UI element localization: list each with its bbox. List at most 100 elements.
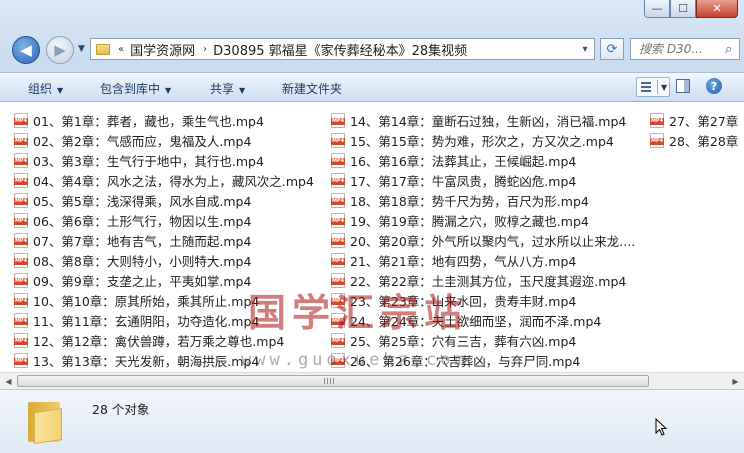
chevron-down-icon: ▼ (239, 86, 246, 95)
file-item[interactable]: 21、第21章：地有四势，气从八方.mp4 (331, 250, 635, 270)
search-icon[interactable]: ⌕ (725, 42, 732, 57)
horizontal-scrollbar[interactable]: ◀ ▶ (0, 372, 744, 389)
file-name: 16、第16章：法葬其止，王候崛起.mp4 (350, 153, 577, 169)
mp4-file-icon (14, 152, 28, 168)
file-name: 02、第2章：气感而应，鬼福及人.mp4 (33, 133, 252, 149)
mp4-file-icon (331, 252, 345, 268)
help-icon[interactable]: ? (706, 78, 722, 94)
file-name: 11、第11章：玄通阴阳，功夺造化.mp4 (33, 313, 260, 329)
change-view-button[interactable]: ▼ (636, 77, 670, 97)
watermark-title: 国学汇宗站 (248, 291, 469, 335)
organize-label: 组织 (28, 82, 53, 96)
file-name: 07、第7章：地有吉气，土随而起.mp4 (33, 233, 252, 249)
file-name: 06、第6章：土形气行，物因以生.mp4 (33, 213, 252, 229)
back-button[interactable]: ◀ (12, 36, 40, 64)
scroll-thumb[interactable] (17, 375, 649, 387)
mp4-file-icon (14, 212, 28, 228)
close-button[interactable]: ✕ (696, 0, 738, 18)
scroll-right-icon[interactable]: ▶ (727, 373, 744, 389)
mp4-file-icon (331, 172, 345, 188)
breadcrumb-root[interactable]: 国学资源网 (130, 40, 195, 59)
mp4-file-icon (14, 252, 28, 268)
mp4-file-icon (331, 212, 345, 228)
preview-pane-icon[interactable] (676, 79, 690, 93)
share-menu[interactable]: 共享 ▼ (210, 80, 245, 97)
breadcrumb-current[interactable]: D30895 郭福星《家传葬经秘本》28集视频 (213, 40, 467, 59)
file-item[interactable]: 17、第17章：牛富凤贵，腾蛇凶危.mp4 (331, 170, 635, 190)
mp4-file-icon (331, 232, 345, 248)
mp4-file-icon (14, 232, 28, 248)
file-item[interactable]: 06、第6章：土形气行，物因以生.mp4 (14, 210, 314, 230)
mp4-file-icon (14, 352, 28, 368)
file-name: 20、第20章：外气所以聚内气，过水所以止来龙.... (350, 233, 636, 249)
new-folder-button[interactable]: 新建文件夹 (282, 80, 342, 97)
scroll-left-icon[interactable]: ◀ (0, 373, 17, 389)
include-in-library-menu[interactable]: 包含到库中 ▼ (100, 80, 171, 97)
file-name: 17、第17章：牛富凤贵，腾蛇凶危.mp4 (350, 173, 577, 189)
mp4-file-icon (14, 332, 28, 348)
file-name: 10、第10章：原其所始，乘其所止.mp4 (33, 293, 260, 309)
back-arrow-icon: ◀ (20, 41, 32, 59)
file-item[interactable]: 20、第20章：外气所以聚内气，过水所以止来龙.... (331, 230, 635, 250)
file-item[interactable]: 16、第16章：法葬其止，王候崛起.mp4 (331, 150, 635, 170)
mp4-file-icon (14, 172, 28, 188)
refresh-button[interactable]: ⟳ (600, 38, 624, 60)
file-item[interactable]: 08、第8章：大则特小，小则特大.mp4 (14, 250, 314, 270)
address-dropdown-icon[interactable]: ▾ (576, 44, 594, 55)
chevron-down-icon[interactable]: ▼ (661, 83, 667, 92)
mp4-file-icon (14, 272, 28, 288)
divider (657, 80, 658, 94)
file-item[interactable]: 07、第7章：地有吉气，土随而起.mp4 (14, 230, 314, 250)
mp4-file-icon (14, 192, 28, 208)
mp4-file-icon (331, 192, 345, 208)
file-name: 21、第21章：地有四势，气从八方.mp4 (350, 253, 577, 269)
file-name: 04、第4章：风水之法，得水为上，藏风次之.mp4 (33, 173, 314, 189)
command-bar: 组织 ▼ 包含到库中 ▼ 共享 ▼ 新建文件夹 ▼ ? (0, 72, 744, 102)
file-name: 27、第27章 (669, 113, 739, 129)
mp4-file-icon (14, 132, 28, 148)
breadcrumb-separator-icon[interactable]: › (203, 44, 207, 55)
file-item[interactable]: 18、第18章：势千尺为势，百尺为形.mp4 (331, 190, 635, 210)
file-item[interactable]: 02、第2章：气感而应，鬼福及人.mp4 (14, 130, 314, 150)
organize-menu[interactable]: 组织 ▼ (28, 80, 63, 97)
file-name: 03、第3章：生气行于地中，其行也.mp4 (33, 153, 264, 169)
file-item[interactable]: 27、第27章 (650, 110, 738, 130)
overflow-chevron-icon[interactable]: « (118, 44, 124, 55)
search-input[interactable] (631, 41, 723, 57)
recent-pages-dropdown[interactable]: ▼ (78, 44, 85, 54)
file-item[interactable]: 05、第5章：浅深得乘，风水自成.mp4 (14, 190, 314, 210)
file-list: 01、第1章：葬者，藏也，乘生气也.mp4 02、第2章：气感而应，鬼福及人.mp… (0, 102, 744, 372)
file-name: 09、第9章：支垄之止，平夷如掌.mp4 (33, 273, 252, 289)
grip-icon (324, 378, 336, 384)
maximize-button[interactable]: ☐ (670, 0, 696, 18)
forward-button[interactable]: ▶ (46, 36, 74, 64)
file-item[interactable]: 03、第3章：生气行于地中，其行也.mp4 (14, 150, 314, 170)
forward-arrow-icon: ▶ (54, 41, 66, 59)
file-item[interactable]: 14、第14章：童断石过独，生新凶，消已福.mp4 (331, 110, 635, 130)
file-name: 13、第13章：天光发新，朝海拱辰.mp4 (33, 353, 260, 369)
mouse-cursor-icon (655, 417, 668, 439)
file-name: 28、第28章 (669, 133, 739, 149)
file-name: 08、第8章：大则特小，小则特大.mp4 (33, 253, 252, 269)
file-item[interactable]: 19、第19章：腾漏之穴，败椁之藏也.mp4 (331, 210, 635, 230)
chevron-down-icon: ▼ (57, 86, 64, 95)
mp4-file-icon (331, 152, 345, 168)
mp4-file-icon (650, 112, 664, 128)
mp4-file-icon (650, 132, 664, 148)
minimize-button[interactable]: — (644, 0, 670, 18)
file-item[interactable]: 28、第28章 (650, 130, 738, 150)
mp4-file-icon (14, 292, 28, 308)
search-box[interactable]: ⌕ (630, 38, 740, 60)
mp4-file-icon (331, 112, 345, 128)
mp4-file-icon (14, 112, 28, 128)
include-label: 包含到库中 (100, 82, 161, 96)
folder-icon (96, 43, 110, 55)
file-item[interactable]: 04、第4章：风水之法，得水为上，藏风次之.mp4 (14, 170, 314, 190)
file-item[interactable]: 01、第1章：葬者，藏也，乘生气也.mp4 (14, 110, 314, 130)
window-controls: — ☐ ✕ (644, 0, 738, 18)
file-name: 05、第5章：浅深得乘，风水自成.mp4 (33, 193, 252, 209)
details-pane: 28 个对象 (0, 389, 744, 453)
mp4-file-icon (331, 132, 345, 148)
file-item[interactable]: 15、第15章：势为难，形次之，方又次之.mp4 (331, 130, 635, 150)
address-bar[interactable]: « 国学资源网 › D30895 郭福星《家传葬经秘本》28集视频 ▾ (90, 38, 595, 60)
